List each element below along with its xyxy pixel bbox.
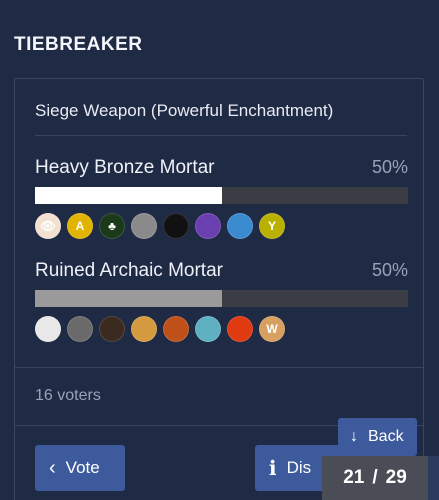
vote-button[interactable]: ‹ Vote bbox=[35, 445, 125, 491]
letter-avatar[interactable]: A bbox=[67, 213, 93, 239]
pager-total: 29 bbox=[385, 467, 407, 488]
option-percent: 50% bbox=[371, 260, 408, 280]
green-avatar[interactable]: ♣ bbox=[99, 213, 125, 239]
scrollbar-edge[interactable] bbox=[428, 456, 439, 500]
option-percent: 50% bbox=[371, 157, 408, 177]
page-title: TIEBREAKER bbox=[14, 34, 143, 55]
character-avatar[interactable] bbox=[99, 316, 125, 342]
arrow-down-icon: ↓ bbox=[350, 428, 358, 445]
face-avatar[interactable] bbox=[35, 316, 61, 342]
sun-avatar[interactable] bbox=[227, 316, 253, 342]
back-button[interactable]: ↓ Back bbox=[338, 418, 417, 456]
option-bar bbox=[35, 187, 408, 204]
anime-avatar[interactable] bbox=[195, 316, 221, 342]
option-label: Ruined Archaic Mortar bbox=[35, 260, 223, 281]
pager-separator: / bbox=[372, 467, 378, 488]
divider bbox=[15, 367, 423, 368]
discourse-button-label: Dis bbox=[286, 458, 312, 477]
letter-avatar[interactable]: W bbox=[259, 316, 285, 342]
option-bar-fill bbox=[35, 290, 222, 307]
dark-avatar[interactable] bbox=[163, 213, 189, 239]
blue-avatar[interactable] bbox=[227, 213, 253, 239]
poll-option-2[interactable]: Ruined Archaic Mortar 50% W bbox=[35, 260, 408, 342]
divider bbox=[35, 135, 407, 136]
pager-counter: 21 / 29 bbox=[322, 456, 428, 500]
food-avatar[interactable] bbox=[131, 316, 157, 342]
voters-count: 16 voters bbox=[35, 387, 101, 404]
voter-avatars: 👁 A ♣ Y bbox=[35, 213, 408, 239]
voter-avatars: W bbox=[35, 316, 408, 342]
grey-avatar[interactable] bbox=[67, 316, 93, 342]
option-bar bbox=[35, 290, 408, 307]
back-button-label: Back bbox=[368, 428, 404, 445]
face-avatar[interactable] bbox=[163, 316, 189, 342]
info-icon: ℹ bbox=[269, 457, 277, 480]
chevron-left-icon: ‹ bbox=[49, 456, 56, 479]
vote-button-label: Vote bbox=[65, 458, 100, 477]
grey-avatar[interactable] bbox=[131, 213, 157, 239]
page: TIEBREAKER Siege Weapon (Powerful Enchan… bbox=[0, 0, 439, 500]
poll-option-1[interactable]: Heavy Bronze Mortar 50% 👁 A ♣ Y bbox=[35, 157, 408, 239]
purple-avatar[interactable] bbox=[195, 213, 221, 239]
pager-current: 21 bbox=[343, 467, 365, 488]
option-bar-fill bbox=[35, 187, 222, 204]
option-label: Heavy Bronze Mortar bbox=[35, 157, 215, 178]
eye-avatar[interactable]: 👁 bbox=[35, 213, 61, 239]
poll-question: Siege Weapon (Powerful Enchantment) bbox=[35, 101, 334, 120]
letter-avatar[interactable]: Y bbox=[259, 213, 285, 239]
